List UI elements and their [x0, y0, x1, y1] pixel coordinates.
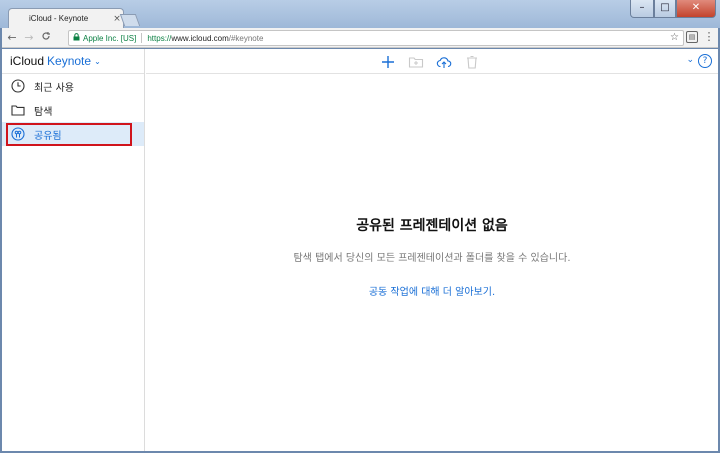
main-toolbar: ⌄ ? — [146, 49, 718, 74]
empty-state-description: 탐색 탭에서 당신의 모든 프레젠테이션과 폴더를 찾을 수 있습니다. — [293, 253, 571, 264]
lock-icon — [73, 33, 80, 43]
sidebar: iCloud Keynote ⌄ 최근 사용 탐색 공유됨 — [2, 49, 145, 451]
chevron-down-icon[interactable]: ⌄ — [94, 57, 101, 66]
upload-cloud-icon[interactable] — [436, 54, 452, 70]
app-switcher[interactable]: iCloud Keynote ⌄ — [2, 49, 144, 74]
brand-app-name[interactable]: Keynote — [47, 54, 91, 68]
sort-chevron-icon[interactable]: ⌄ — [686, 55, 694, 65]
back-button[interactable]: ← — [5, 31, 19, 45]
annotation-highlight-box — [6, 123, 132, 146]
main-content: ⌄ ? 공유된 프레젠테이션 없음 탐색 탭에서 당신의 모든 프레젠테이션과 … — [146, 49, 718, 451]
url-path: /#keynote — [228, 33, 264, 43]
learn-more-link[interactable]: 공동 작업에 대해 더 알아보기. — [369, 283, 495, 298]
folder-icon — [11, 105, 25, 116]
new-tab-button[interactable] — [119, 14, 141, 26]
ev-certificate-label[interactable]: Apple Inc. [US] — [83, 34, 136, 43]
empty-state-title: 공유된 프레젠테이션 없음 — [356, 218, 508, 234]
browser-menu-icon[interactable]: ⋮ — [703, 30, 715, 43]
empty-state: 공유된 프레젠테이션 없음 탐색 탭에서 당신의 모든 프레젠테이션과 폴더를 … — [146, 215, 718, 299]
new-folder-icon[interactable] — [408, 54, 424, 70]
browser-toolbar: ← → Apple Inc. [US] https:// www.icloud.… — [2, 28, 718, 48]
icloud-page: iCloud Keynote ⌄ 최근 사용 탐색 공유됨 ⌄ ? 공유된 프레… — [2, 49, 718, 451]
brand-icloud: iCloud — [10, 54, 45, 68]
trash-icon[interactable] — [464, 54, 480, 70]
bookmark-star-icon[interactable]: ☆ — [670, 32, 679, 43]
add-icon[interactable] — [380, 54, 396, 70]
url-scheme: https:// — [147, 33, 172, 43]
address-divider — [141, 33, 143, 43]
url-host: www.icloud.com — [171, 33, 229, 43]
window-titlebar: iCloud - Keynote × – □ ✕ — [0, 0, 720, 28]
reload-icon — [42, 31, 50, 40]
address-bar[interactable]: Apple Inc. [US] https:// www.icloud.com … — [68, 30, 684, 46]
reload-button[interactable] — [39, 31, 53, 45]
maximize-button[interactable]: □ — [654, 0, 676, 18]
sidebar-item-recents[interactable]: 최근 사용 — [2, 74, 144, 98]
close-window-button[interactable]: ✕ — [676, 0, 716, 18]
tab-title: iCloud - Keynote — [29, 14, 89, 23]
forward-button[interactable]: → — [22, 31, 36, 45]
sidebar-item-label: 최근 사용 — [34, 82, 74, 94]
sidebar-item-browse[interactable]: 탐색 — [2, 98, 144, 122]
help-icon[interactable]: ? — [698, 54, 712, 68]
window-controls: – □ ✕ — [630, 0, 716, 18]
clock-icon — [11, 79, 25, 93]
browser-tab[interactable]: iCloud - Keynote × — [8, 8, 124, 28]
apple-icon — [15, 14, 25, 24]
minimize-button[interactable]: – — [630, 0, 654, 18]
sidebar-item-label: 탐색 — [34, 106, 53, 118]
extension-icon[interactable]: ▤ — [686, 31, 698, 43]
